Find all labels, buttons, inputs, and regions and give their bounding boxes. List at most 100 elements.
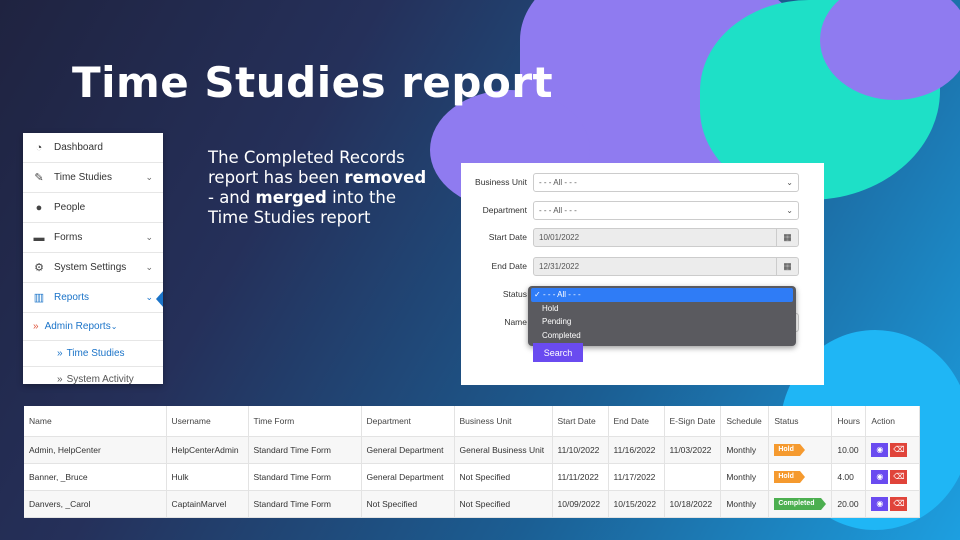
name-label: Name [504, 317, 527, 327]
business-unit-select[interactable]: - - - All - - - ⌄ [533, 172, 799, 192]
sidebar-item-forms[interactable]: ▬ Forms ⌄ [23, 223, 163, 253]
cell-username: Hulk [166, 463, 249, 491]
sidebar-item-people[interactable]: ● People [23, 193, 163, 223]
cell-schedule: Monthly [720, 463, 770, 491]
col-header-status[interactable]: Status [768, 406, 833, 437]
cell-schedule: Monthly [720, 436, 770, 464]
sidebar-item-label: System Settings [54, 262, 127, 273]
table-header-row: Name Username Time Form Department Busin… [24, 406, 920, 437]
col-header-hours[interactable]: Hours [831, 406, 867, 437]
col-header-esign-date[interactable]: E-Sign Date [664, 406, 722, 437]
department-row: Department - - - All - - - ⌄ [461, 200, 824, 220]
status-option-all[interactable]: ✓ - - - All - - - [531, 288, 793, 302]
sidebar-item-label: Time Studies [54, 172, 112, 183]
sidebar-item-time-studies[interactable]: ✎ Time Studies ⌄ [23, 163, 163, 193]
end-date-input[interactable]: 12/31/2022 ▦ [533, 256, 799, 276]
status-option-pending[interactable]: Pending [528, 315, 796, 329]
col-header-department[interactable]: Department [361, 406, 455, 437]
sidebar-subitem-system-activity[interactable]: » System Activity [23, 367, 163, 384]
double-chevron-icon: » [57, 374, 63, 384]
sidebar-subitem-time-studies[interactable]: » Time Studies [23, 341, 163, 367]
status-option-hold[interactable]: Hold [528, 302, 796, 316]
sidebar-item-system-settings[interactable]: ⚙ System Settings ⌄ [23, 253, 163, 283]
slide-caption: The Completed Records report has been re… [208, 148, 427, 227]
department-label: Department [482, 205, 527, 215]
table-row: Admin, HelpCenter HelpCenterAdmin Standa… [24, 436, 920, 464]
cell-department: General Department [361, 436, 455, 464]
status-badge: Completed [774, 498, 826, 510]
sidebar-item-label: People [54, 202, 86, 213]
col-header-schedule[interactable]: Schedule [720, 406, 770, 437]
search-button[interactable]: Search [533, 343, 583, 362]
col-header-action: Action [865, 406, 920, 437]
filter-form: Business Unit - - - All - - - ⌄ Departme… [461, 163, 824, 385]
trash-icon[interactable]: ⌫ [890, 496, 908, 511]
sidebar-subitem-label: System Activity [66, 374, 134, 384]
edit-icon: ✎ [34, 172, 44, 184]
cell-esign-date: 10/18/2022 [664, 490, 722, 518]
sidebar-item-label: Reports [54, 292, 90, 303]
cell-name: Admin, HelpCenter [24, 436, 167, 464]
col-header-end-date[interactable]: End Date [608, 406, 665, 437]
business-unit-label: Business Unit [475, 177, 527, 187]
cell-hours: 20.00 [831, 490, 867, 518]
col-header-username[interactable]: Username [166, 406, 249, 437]
cell-username: HelpCenterAdmin [166, 436, 249, 464]
sidebar-subitem-label: Admin Reports [44, 321, 111, 332]
status-option-completed[interactable]: Completed [528, 329, 796, 343]
sidebar-item-dashboard[interactable]: ◔ Dashboard [23, 133, 163, 163]
cell-schedule: Monthly [720, 490, 770, 518]
trash-icon[interactable]: ⌫ [890, 469, 908, 484]
end-date-row: End Date 12/31/2022 ▦ [461, 256, 824, 276]
sidebar-item-reports[interactable]: ▥ Reports ⌄ [23, 283, 163, 313]
department-select[interactable]: - - - All - - - ⌄ [533, 200, 799, 220]
cell-business-unit: Not Specified [454, 463, 553, 491]
chevron-down-icon: ⌄ [145, 262, 153, 272]
eye-icon[interactable]: ◉ [871, 469, 889, 484]
cell-status: Completed [768, 490, 833, 518]
chevron-down-icon: ⌄ [145, 172, 153, 182]
chart-icon: ▥ [33, 292, 45, 304]
cell-time-form: Standard Time Form [248, 436, 362, 464]
status-label: Status [502, 289, 527, 299]
chevron-down-icon: ⌄ [145, 292, 153, 302]
cell-hours: 10.00 [831, 436, 867, 464]
people-icon: ● [35, 201, 43, 214]
cell-username: CaptainMarvel [166, 490, 249, 518]
sidebar-item-label: Dashboard [54, 142, 103, 153]
active-indicator [156, 290, 163, 308]
cell-action: ◉ ⌫ [865, 463, 920, 491]
calendar-icon[interactable]: ▦ [776, 257, 798, 275]
cell-start-date: 10/09/2022 [552, 490, 609, 518]
status-badge: Hold [774, 471, 805, 483]
eye-icon[interactable]: ◉ [871, 496, 889, 511]
calendar-icon[interactable]: ▦ [776, 228, 798, 246]
start-date-input[interactable]: 10/01/2022 ▦ [533, 227, 799, 247]
cell-esign-date [664, 463, 722, 491]
chevron-down-icon: ⌄ [786, 177, 793, 187]
table-row: Banner, _Bruce Hulk Standard Time Form G… [24, 463, 920, 491]
col-header-name[interactable]: Name [24, 406, 167, 437]
trash-icon[interactable]: ⌫ [890, 442, 908, 457]
chevron-down-icon: ⌄ [145, 232, 153, 242]
status-dropdown[interactable]: ✓ - - - All - - - Hold Pending Completed [528, 286, 796, 346]
sidebar: ◔ Dashboard ✎ Time Studies ⌄ ● People ▬ … [23, 133, 163, 384]
briefcase-icon: ▬ [33, 231, 45, 244]
sidebar-subitem-label: Time Studies [66, 348, 125, 359]
col-header-start-date[interactable]: Start Date [552, 406, 609, 437]
cell-hours: 4.00 [831, 463, 867, 491]
cell-start-date: 11/11/2022 [552, 463, 609, 491]
double-chevron-icon: » [33, 321, 39, 332]
start-date-label: Start Date [488, 232, 527, 242]
col-header-business-unit[interactable]: Business Unit [454, 406, 553, 437]
cell-esign-date: 11/03/2022 [664, 436, 722, 464]
cell-department: General Department [361, 463, 455, 491]
cell-end-date: 11/17/2022 [608, 463, 665, 491]
cell-business-unit: Not Specified [454, 490, 553, 518]
table-row: Danvers, _Carol CaptainMarvel Standard T… [24, 490, 920, 518]
chevron-down-icon: ⌄ [786, 205, 793, 215]
col-header-time-form[interactable]: Time Form [248, 406, 362, 437]
sidebar-subitem-admin-reports[interactable]: » Admin Reports ⌄ [23, 313, 163, 341]
start-date-row: Start Date 10/01/2022 ▦ [461, 227, 824, 247]
eye-icon[interactable]: ◉ [871, 442, 889, 457]
